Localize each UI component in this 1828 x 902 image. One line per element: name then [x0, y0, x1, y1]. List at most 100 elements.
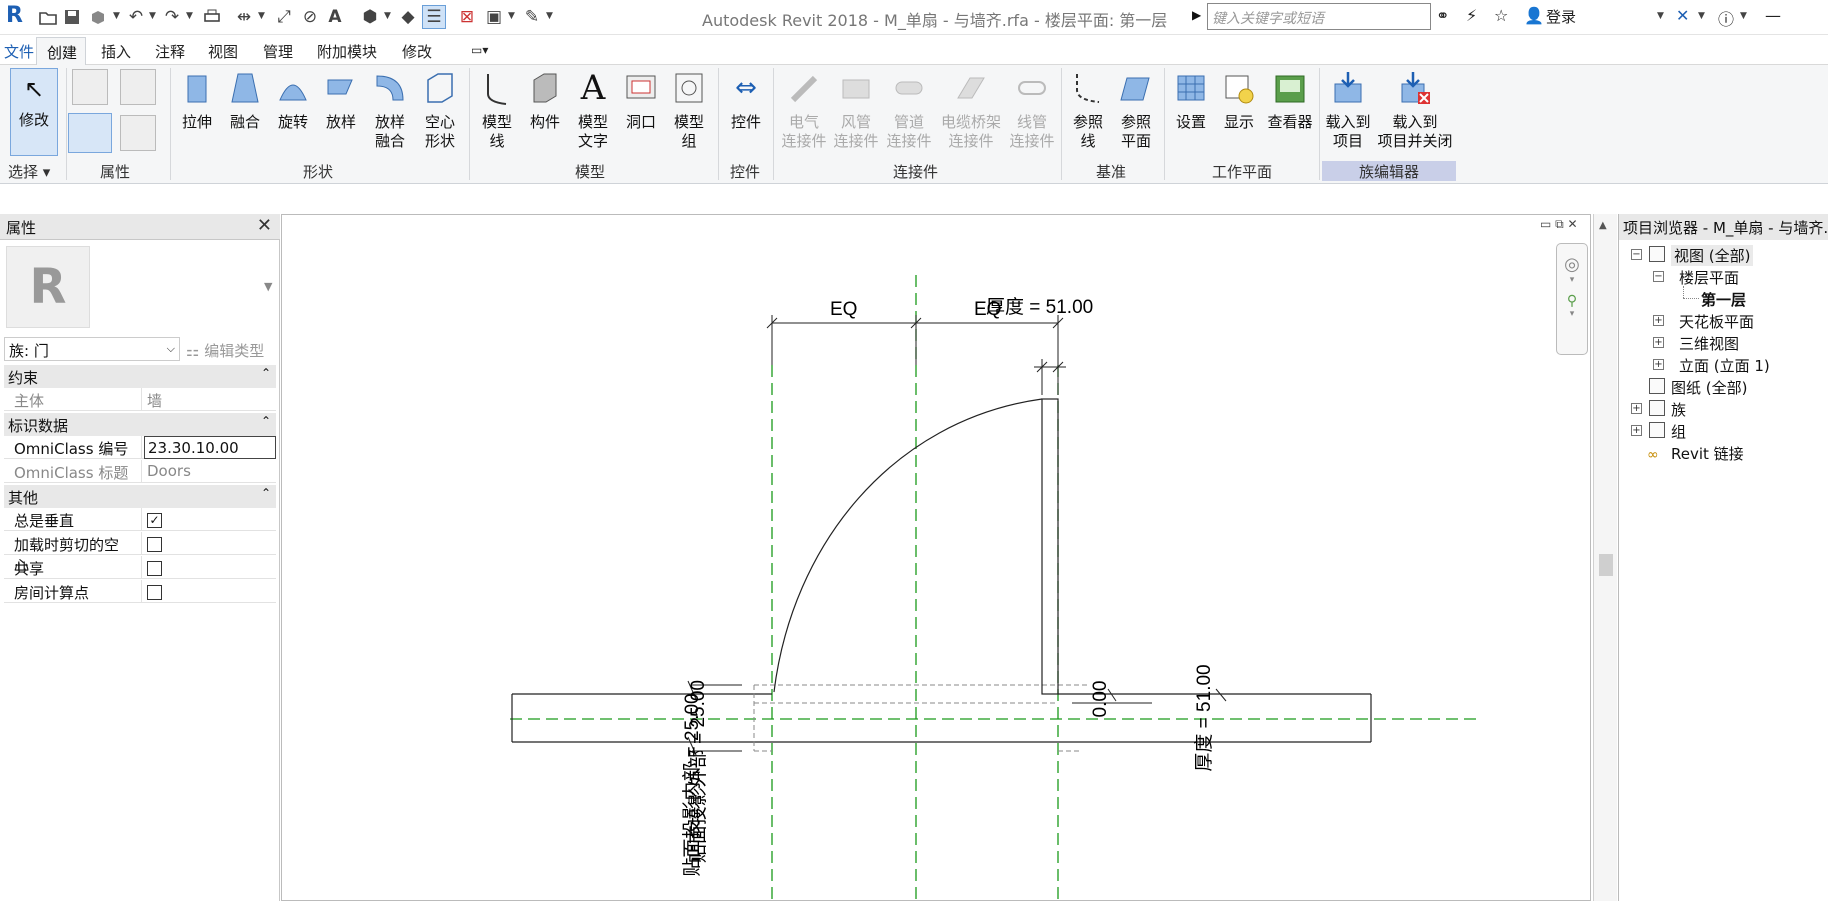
subscription-icon[interactable]: ⚡ — [1466, 6, 1477, 25]
shared-checkbox[interactable] — [147, 560, 162, 576]
exchange-dropdown-icon[interactable]: ▼ — [1698, 11, 1705, 21]
section-other[interactable]: 其他 ⌃ — [4, 485, 276, 508]
tab-insert[interactable]: 插入 — [101, 41, 131, 62]
drawing-area[interactable]: 厚度 = 51.00 EQ EQ 贴面投影外部 = 25.00 贴面投影内部 =… — [281, 214, 1592, 902]
expand-icon[interactable]: + — [1653, 315, 1664, 326]
tab-manage[interactable]: 管理 — [263, 41, 293, 62]
model-group-button[interactable]: 模型 组 — [669, 68, 709, 151]
dim-thickness-top-label[interactable]: 厚度 = 51.00 — [986, 296, 1093, 318]
edit-type-button[interactable]: ⚏ 编辑类型 — [186, 340, 264, 361]
workplane-viewer-button[interactable]: 查看器 — [1266, 68, 1314, 132]
expand-icon[interactable]: + — [1631, 403, 1642, 414]
nav-dropdown-icon[interactable]: ▾ — [1557, 275, 1587, 285]
collapse-icon[interactable]: − — [1653, 271, 1664, 282]
search-input[interactable]: 键入关键字或短语 — [1207, 3, 1431, 30]
reference-planes[interactable] — [510, 275, 1478, 902]
switch-windows-icon[interactable]: ▣ — [482, 5, 506, 29]
host-wall[interactable] — [511, 693, 1372, 743]
family-category-icon[interactable] — [72, 69, 108, 105]
measure-dropdown-icon[interactable]: ▼ — [258, 11, 265, 21]
type-selector-dropdown-icon[interactable]: ▼ — [264, 280, 272, 293]
close-icon[interactable]: ✕ — [257, 215, 272, 236]
login-dropdown-icon[interactable]: ▼ — [1657, 11, 1664, 21]
print-icon[interactable] — [200, 5, 224, 29]
collapse-icon[interactable]: − — [1631, 249, 1642, 260]
favorite-icon[interactable]: ☆ — [1494, 6, 1508, 25]
3d-dropdown-icon[interactable]: ▼ — [384, 11, 391, 21]
load-into-project-and-close-button[interactable]: 载入到 项目并关闭 — [1376, 68, 1454, 151]
scroll-thumb[interactable] — [1599, 554, 1613, 576]
view-window-controls[interactable]: ▭ ⧉ ✕ — [1540, 217, 1578, 232]
binoculars-icon[interactable]: ⚭ — [1436, 6, 1449, 25]
tab-modify[interactable]: 修改 — [402, 41, 432, 62]
tab-view[interactable]: 视图 — [208, 41, 238, 62]
room-calculation-point-checkbox[interactable] — [147, 584, 162, 600]
section-constraints[interactable]: 约束 ⌃ — [4, 365, 276, 388]
section-identity-data[interactable]: 标识数据 ⌃ — [4, 413, 276, 436]
tab-file[interactable]: 文件 — [0, 36, 36, 64]
floor-plan-drawing[interactable]: 厚度 = 51.00 EQ EQ 贴面投影外部 = 25.00 贴面投影内部 =… — [282, 215, 1592, 902]
minimize-button[interactable]: — — [1765, 6, 1781, 25]
tab-addins[interactable]: 附加模块 — [317, 41, 377, 62]
user-icon[interactable]: 👤 — [1524, 6, 1544, 25]
swept-blend-button[interactable]: 放样 融合 — [369, 68, 411, 151]
tab-create[interactable]: 创建 — [36, 37, 86, 65]
sync-dropdown-icon[interactable]: ▼ — [113, 11, 120, 21]
zoom-dropdown-icon[interactable]: ▾ — [1557, 309, 1587, 319]
reference-line-button[interactable]: 参照 线 — [1067, 68, 1109, 151]
sweep-button[interactable]: 放样 — [321, 68, 361, 132]
tag-icon[interactable]: ⊘ — [298, 5, 322, 29]
dim-trim-inner-label[interactable]: 贴面投影内部 = 25.00 — [681, 693, 703, 876]
family-type-select[interactable]: 族: 门 ⌵ — [4, 337, 180, 361]
expand-icon[interactable]: + — [1653, 337, 1664, 348]
customize-icon[interactable]: ✎ — [520, 5, 544, 29]
cut-with-voids-checkbox[interactable] — [147, 536, 162, 552]
panel-select[interactable]: 选择 ▾ — [8, 161, 64, 182]
tree-item-3d-views[interactable]: 三维视图 — [1679, 333, 1739, 354]
tree-item-ceiling-plans[interactable]: 天花板平面 — [1679, 311, 1754, 332]
tree-item-level-1[interactable]: 第一层 — [1701, 289, 1746, 310]
tree-item-views[interactable]: 视图 (全部) — [1671, 245, 1754, 266]
eq-left-label[interactable]: EQ — [830, 299, 857, 320]
set-workplane-button[interactable]: 设置 — [1170, 68, 1212, 132]
section-icon[interactable]: ◆ — [396, 5, 420, 29]
type-properties-icon[interactable] — [120, 115, 156, 151]
conduit-connector-button[interactable]: 线管 连接件 — [1006, 68, 1058, 151]
model-text-button[interactable]: A 模型 文字 — [573, 68, 613, 151]
undo-dropdown-icon[interactable]: ▼ — [149, 11, 156, 21]
model-line-button[interactable]: 模型 线 — [477, 68, 517, 151]
customize-dropdown-icon[interactable]: ▼ — [546, 11, 553, 21]
ribbon-toggle-icon[interactable]: ▭▾ — [471, 43, 488, 57]
revit-logo[interactable]: R — [6, 3, 23, 28]
properties-icon[interactable] — [68, 113, 112, 153]
expand-icon[interactable]: + — [1631, 425, 1642, 436]
component-button[interactable]: 构件 — [525, 68, 565, 132]
dimension-icon[interactable]: ⤢ — [272, 5, 296, 29]
help-icon[interactable]: ⓘ — [1718, 6, 1734, 30]
undo-icon[interactable]: ↶ — [124, 5, 148, 29]
modify-button[interactable]: ↖ 修改 — [10, 68, 58, 156]
3d-view-icon[interactable]: ⬢ — [358, 5, 382, 29]
x-icon[interactable]: ✕ — [1676, 6, 1689, 25]
help-dropdown-icon[interactable]: ▼ — [1740, 11, 1747, 21]
void-forms-button[interactable]: 空心 形状 — [419, 68, 461, 151]
opening-button[interactable]: 洞口 — [621, 68, 661, 132]
save-icon[interactable] — [60, 5, 84, 29]
scroll-up-icon[interactable]: ▲ — [1599, 220, 1607, 231]
search-expand-icon[interactable]: ▶ — [1192, 8, 1201, 22]
navigation-bar[interactable]: ◎ ▾ ⚲ ▾ — [1556, 243, 1588, 355]
text-icon[interactable]: A — [323, 5, 347, 29]
family-types-icon[interactable] — [120, 69, 156, 105]
redo-icon[interactable]: ↷ — [160, 5, 184, 29]
login-link[interactable]: 登录 — [1546, 6, 1576, 27]
thin-lines-icon[interactable]: ☰ — [422, 5, 446, 29]
eq-right-label[interactable]: EQ — [974, 299, 1001, 320]
zoom-icon[interactable]: ⚲ — [1557, 293, 1587, 309]
dimension-eq[interactable] — [766, 315, 1064, 365]
extrusion-button[interactable]: 拉伸 — [177, 68, 217, 132]
show-workplane-button[interactable]: 显示 — [1218, 68, 1260, 132]
tree-item-revit-links[interactable]: Revit 链接 — [1671, 443, 1744, 464]
tree-item-floor-plans[interactable]: 楼层平面 — [1679, 267, 1739, 288]
blend-button[interactable]: 融合 — [225, 68, 265, 132]
tree-item-sheets[interactable]: 图纸 (全部) — [1671, 377, 1747, 398]
